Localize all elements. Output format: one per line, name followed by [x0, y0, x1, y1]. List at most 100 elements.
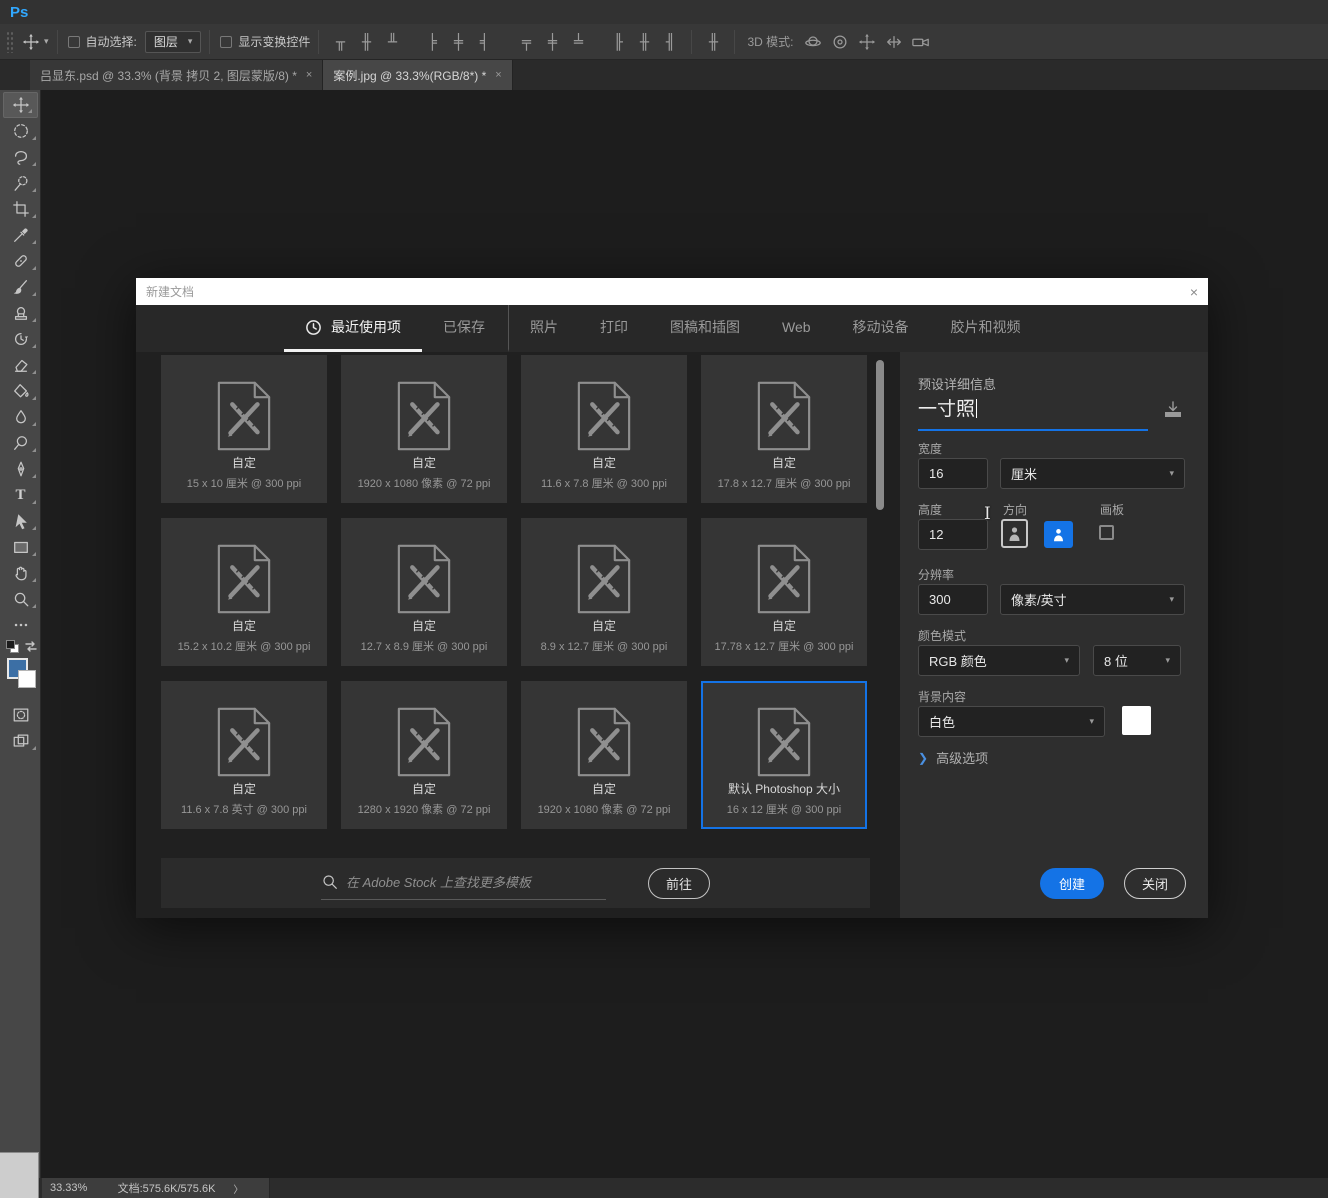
resolution-input[interactable]: 300 — [918, 584, 988, 615]
rectangle-tool[interactable] — [0, 534, 41, 560]
template-card[interactable]: 自定 17.8 x 12.7 厘米 @ 300 ppi — [701, 355, 867, 503]
menu-item[interactable] — [173, 0, 195, 24]
clone-stamp-tool[interactable] — [0, 300, 41, 326]
template-card[interactable]: 自定 11.6 x 7.8 厘米 @ 300 ppi — [521, 355, 687, 503]
lasso-tool[interactable] — [0, 144, 41, 170]
preset-name-input[interactable]: 一寸照 — [918, 394, 1148, 431]
menu-item[interactable] — [85, 0, 107, 24]
default-colors-icon[interactable] — [6, 640, 19, 653]
dialog-tab[interactable]: 最近使用项 — [284, 305, 422, 352]
menu-item[interactable] — [195, 0, 217, 24]
dodge-tool[interactable] — [0, 430, 41, 456]
history-brush-tool[interactable] — [0, 326, 41, 352]
menu-item[interactable] — [151, 0, 173, 24]
menu-item[interactable] — [261, 0, 283, 24]
align-right-icon[interactable]: ╡ — [471, 32, 497, 52]
template-card[interactable]: 自定 1280 x 1920 像素 @ 72 ppi — [341, 681, 507, 829]
orientation-portrait-button[interactable] — [1001, 519, 1028, 548]
template-card[interactable]: 自定 15.2 x 10.2 厘米 @ 300 ppi — [161, 518, 327, 666]
close-button[interactable]: 关闭 — [1124, 868, 1186, 899]
align-bottom-icon[interactable]: ╨ — [379, 32, 405, 52]
pen-tool[interactable] — [0, 456, 41, 482]
dialog-close-icon[interactable]: × — [1190, 284, 1198, 300]
align-top-icon[interactable]: ╥ — [327, 32, 353, 52]
paint-bucket-tool[interactable] — [0, 378, 41, 404]
distribute-bottom-icon[interactable]: ╧ — [565, 32, 591, 52]
zoom-level[interactable]: 33.33% — [42, 1178, 96, 1198]
orientation-landscape-button[interactable] — [1044, 521, 1073, 548]
3d-pan-icon[interactable] — [853, 32, 880, 52]
3d-orbit-icon[interactable] — [799, 32, 826, 52]
menu-item[interactable] — [63, 0, 85, 24]
3d-camera-icon[interactable] — [907, 32, 934, 52]
color-mode-dropdown[interactable]: RGB 颜色▾ — [918, 645, 1080, 676]
3d-roll-icon[interactable] — [826, 32, 853, 52]
distribute-left-icon[interactable]: ╟ — [605, 32, 631, 52]
height-input[interactable]: 12 — [918, 519, 988, 550]
distribute-center-icon[interactable]: ╫ — [631, 32, 657, 52]
brush-tool[interactable] — [0, 274, 41, 300]
template-card[interactable]: 自定 12.7 x 8.9 厘米 @ 300 ppi — [341, 518, 507, 666]
background-dropdown[interactable]: 白色▾ — [918, 706, 1105, 737]
save-preset-icon[interactable] — [1162, 400, 1184, 423]
distribute-right-icon[interactable]: ╢ — [657, 32, 683, 52]
template-card[interactable]: 自定 1920 x 1080 像素 @ 72 ppi — [521, 681, 687, 829]
dialog-tab[interactable]: 打印 — [579, 305, 649, 352]
crop-tool[interactable] — [0, 196, 41, 222]
template-card[interactable]: 自定 15 x 10 厘米 @ 300 ppi — [161, 355, 327, 503]
resolution-unit-dropdown[interactable]: 像素/英寸▾ — [1000, 584, 1185, 615]
eraser-tool[interactable] — [0, 352, 41, 378]
dialog-tab[interactable]: 照片 — [508, 305, 579, 352]
distribute-top-icon[interactable]: ╤ — [513, 32, 539, 52]
template-card[interactable]: 自定 11.6 x 7.8 英寸 @ 300 ppi — [161, 681, 327, 829]
dialog-tab[interactable]: 胶片和视频 — [930, 305, 1042, 352]
blur-tool[interactable] — [0, 404, 41, 430]
dialog-tab[interactable]: 已保存 — [422, 305, 506, 352]
menu-item[interactable] — [107, 0, 129, 24]
go-button[interactable]: 前往 — [648, 868, 710, 899]
marquee-tool[interactable] — [0, 118, 41, 144]
background-color-picker[interactable] — [1122, 706, 1151, 735]
template-card[interactable]: 自定 1920 x 1080 像素 @ 72 ppi — [341, 355, 507, 503]
move-tool-preset-icon[interactable] — [22, 33, 40, 51]
3d-slide-icon[interactable] — [880, 32, 907, 52]
tab-close-icon[interactable]: × — [306, 69, 312, 81]
more-tools[interactable] — [0, 612, 41, 638]
artboard-checkbox[interactable] — [1099, 525, 1114, 540]
status-chevron-icon[interactable]: 〉 — [233, 1181, 243, 1196]
width-input[interactable]: 16 — [918, 458, 988, 489]
tool-preset-chevron[interactable]: ▾ — [44, 36, 49, 47]
bit-depth-dropdown[interactable]: 8 位▾ — [1093, 645, 1181, 676]
eyedropper-tool[interactable] — [0, 222, 41, 248]
width-unit-dropdown[interactable]: 厘米▾ — [1000, 458, 1185, 489]
healing-brush-tool[interactable] — [0, 248, 41, 274]
dialog-tab[interactable]: 移动设备 — [832, 305, 930, 352]
dialog-tab[interactable]: Web — [761, 305, 832, 352]
create-button[interactable]: 创建 — [1040, 868, 1104, 899]
tab-close-icon[interactable]: × — [495, 69, 501, 81]
swap-colors-icon[interactable] — [24, 640, 38, 653]
document-tab[interactable]: 案例.jpg @ 33.3%(RGB/8*) * × — [323, 60, 512, 90]
templates-scrollbar[interactable] — [876, 360, 884, 510]
auto-select-dropdown[interactable]: 图层▾ — [145, 31, 202, 53]
auto-select-checkbox[interactable] — [68, 36, 80, 48]
document-tab[interactable]: 吕显东.psd @ 33.3% (背景 拷贝 2, 图层蒙版/8) * × — [30, 60, 323, 90]
screen-mode[interactable] — [0, 728, 41, 754]
menu-item[interactable] — [239, 0, 261, 24]
type-tool[interactable]: T — [0, 482, 41, 508]
show-transform-checkbox[interactable] — [220, 36, 232, 48]
advanced-options[interactable]: ❯ 高级选项 — [918, 748, 988, 767]
distribute-spacing-icon[interactable]: ╫ — [700, 32, 726, 52]
template-card[interactable]: 自定 17.78 x 12.7 厘米 @ 300 ppi — [701, 518, 867, 666]
path-selection-tool[interactable] — [0, 508, 41, 534]
move-tool[interactable] — [3, 92, 38, 118]
align-left-icon[interactable]: ╞ — [419, 32, 445, 52]
quick-selection-tool[interactable] — [0, 170, 41, 196]
menu-item[interactable] — [41, 0, 63, 24]
align-center-icon[interactable]: ╪ — [445, 32, 471, 52]
align-middle-icon[interactable]: ╫ — [353, 32, 379, 52]
menu-item[interactable] — [217, 0, 239, 24]
menu-item[interactable] — [129, 0, 151, 24]
template-card[interactable]: 自定 8.9 x 12.7 厘米 @ 300 ppi — [521, 518, 687, 666]
distribute-middle-icon[interactable]: ╪ — [539, 32, 565, 52]
